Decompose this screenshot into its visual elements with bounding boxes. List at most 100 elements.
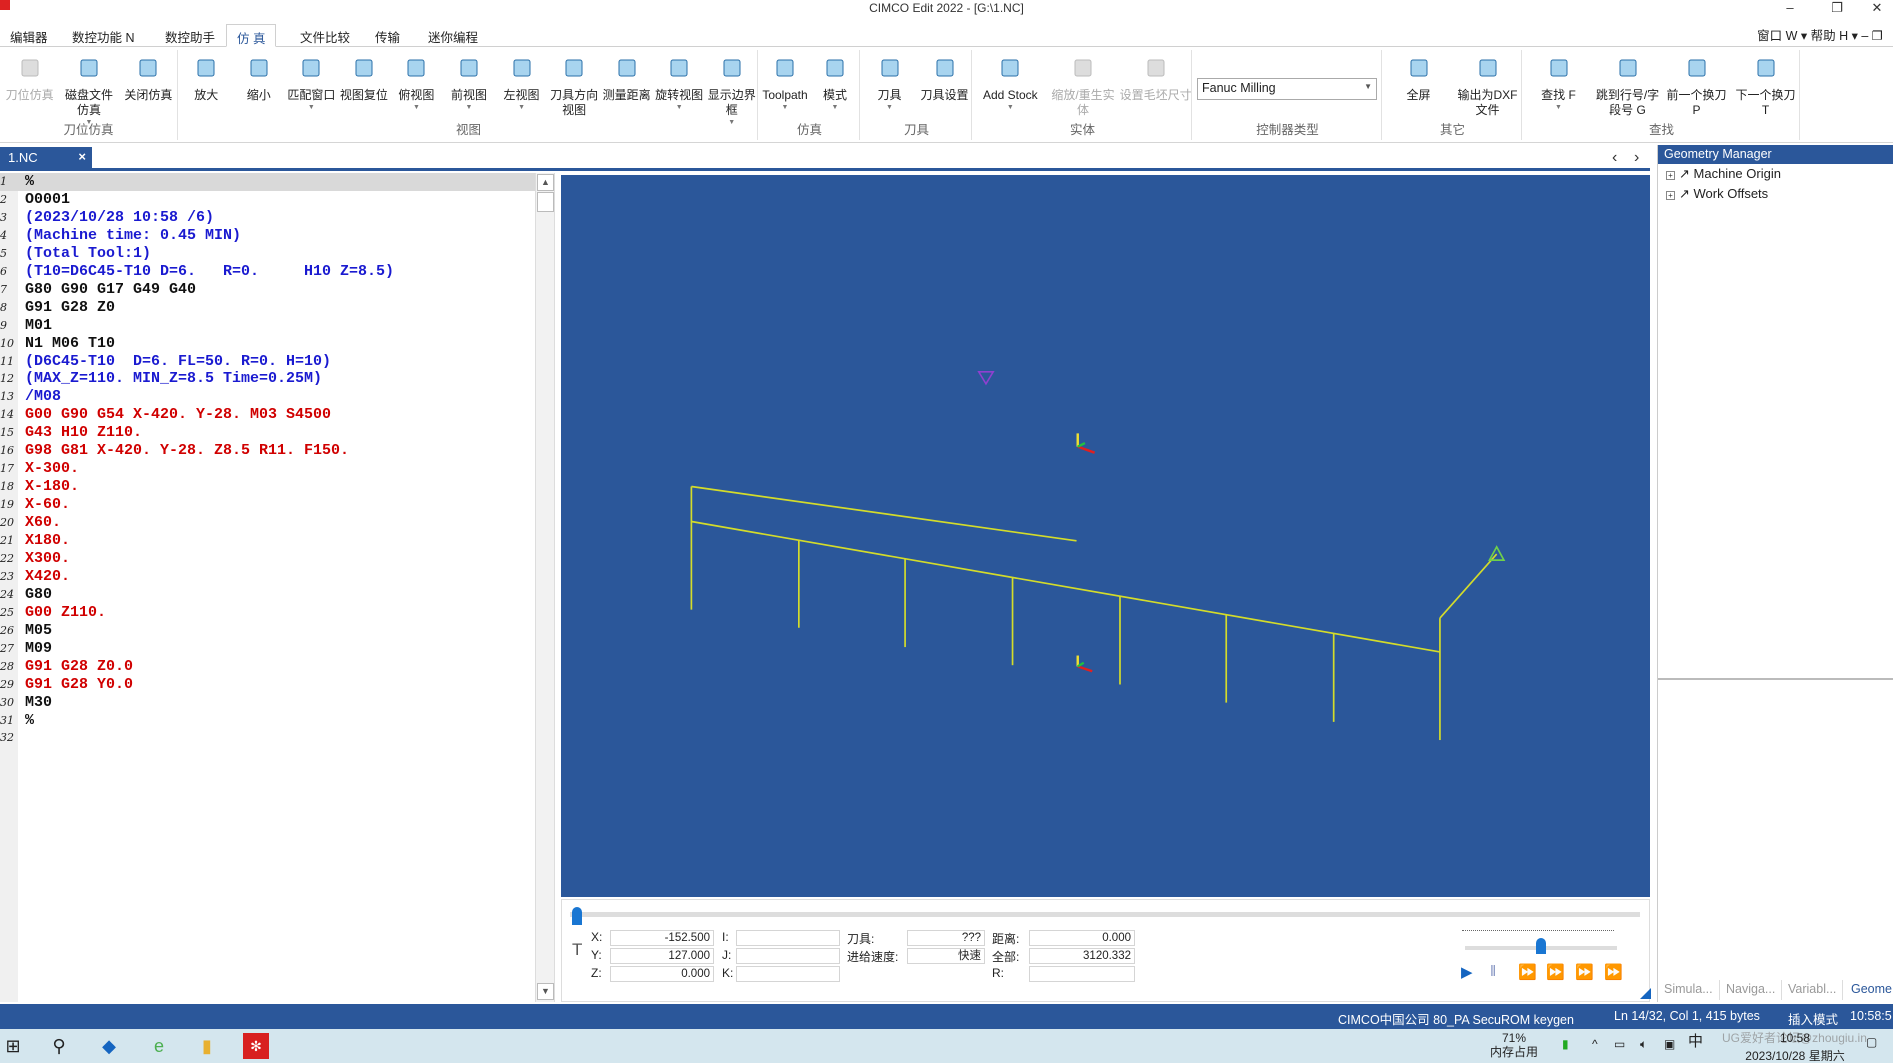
speed-slider-thumb[interactable] — [1536, 938, 1546, 954]
editor-scrollbar[interactable]: ▲ ▼ — [535, 173, 554, 1002]
scroll-up-button[interactable]: ▲ — [537, 174, 554, 191]
clock[interactable]: 10:58 2023/10/28 星期六 — [1745, 1031, 1845, 1063]
code-line[interactable]: 26 M05 — [0, 622, 535, 640]
network-icon[interactable]: ▭ — [1614, 1037, 1625, 1051]
code-line[interactable]: 7 G80 G90 G17 G49 G40 — [0, 281, 535, 299]
expand-icon[interactable]: + — [1666, 191, 1675, 200]
code-line[interactable]: 11 (D6C45-T10 D=6. FL=50. R=0. H=10) — [0, 353, 535, 371]
ribbon-button[interactable]: Add Stock ▼ — [974, 54, 1047, 113]
tab-variables[interactable]: Variabl... — [1782, 980, 1844, 1000]
menu-tab[interactable]: 迷你编程 — [418, 24, 488, 47]
windows-start-icon[interactable]: ⊞ — [0, 1033, 26, 1059]
tab-prev-arrow[interactable]: ‹ — [1612, 149, 1617, 167]
code-line[interactable]: 10 N1 M06 T10 — [0, 335, 535, 353]
ribbon-button[interactable]: 显示边界框 ▼ — [705, 54, 758, 128]
restore-button[interactable]: ❐ — [1822, 0, 1852, 16]
resize-grip-icon[interactable] — [1640, 988, 1651, 999]
code-line[interactable]: 1% — [0, 173, 535, 191]
ribbon-button[interactable]: 刀具方向视图 — [548, 54, 601, 118]
code-line[interactable]: 6 (T10=D6C45-T10 D=6. R=0. H10 Z=8.5) — [0, 263, 535, 281]
code-line[interactable]: 24 G80 — [0, 586, 535, 604]
code-line[interactable]: 22 X300. — [0, 550, 535, 568]
code-line[interactable]: 27 M09 — [0, 640, 535, 658]
ribbon-button[interactable]: 刀具设置 — [917, 54, 972, 103]
tray-expand-icon[interactable]: ^ — [1592, 1037, 1598, 1051]
expand-icon[interactable]: + — [1666, 171, 1675, 180]
notifications-icon[interactable]: ▢ — [1866, 1035, 1877, 1049]
file-explorer-icon[interactable]: ▮ — [194, 1033, 220, 1059]
code-line[interactable]: 12 (MAX_Z=110. MIN_Z=8.5 Time=0.25M) — [0, 370, 535, 388]
panel-splitter[interactable] — [1658, 678, 1893, 680]
ribbon-button[interactable]: 刀具 ▼ — [862, 54, 917, 113]
app-icon-visual[interactable]: ◆ — [96, 1033, 122, 1059]
ribbon-button[interactable]: 下一个换刀 T — [1731, 54, 1800, 118]
ribbon-button[interactable]: 设置毛坯尺寸 — [1119, 54, 1192, 103]
code-line[interactable]: 20 X60. — [0, 514, 535, 532]
minimize-button[interactable]: – — [1775, 0, 1805, 16]
ribbon-button[interactable]: 缩放/重生实体 — [1047, 54, 1120, 118]
ribbon-button[interactable]: 前一个换刀 P — [1662, 54, 1731, 118]
code-line[interactable]: 17 X-300. — [0, 460, 535, 478]
close-button[interactable]: ✕ — [1862, 0, 1892, 16]
code-line[interactable]: 2 O0001 — [0, 191, 535, 209]
menu-tab[interactable]: 仿 真 — [226, 24, 277, 47]
menu-tab[interactable]: 数控功能 N — [62, 24, 145, 47]
step-button[interactable]: ⏩ — [1518, 963, 1537, 981]
scroll-thumb[interactable] — [537, 192, 554, 212]
ribbon-button[interactable]: 查找 F ▼ — [1524, 54, 1593, 113]
code-line[interactable]: 23 X420. — [0, 568, 535, 586]
code-line[interactable]: 3 (2023/10/28 10:58 /6) — [0, 209, 535, 227]
ribbon-button[interactable]: 匹配窗口 ▼ — [285, 54, 338, 113]
window-help-menu[interactable]: 窗口 W ▾ 帮助 H ▾ ‒ ❐ — [1757, 25, 1883, 44]
ribbon-button[interactable]: 模式 ▼ — [810, 54, 860, 113]
ribbon-button[interactable]: 俯视图 ▼ — [390, 54, 443, 113]
volume-icon[interactable]: 🔈︎ — [1640, 1037, 1647, 1051]
code-line[interactable]: 21 X180. — [0, 532, 535, 550]
ribbon-button[interactable]: 输出为DXF文件 — [1453, 54, 1522, 118]
code-line[interactable]: 18 X-180. — [0, 478, 535, 496]
step-to-point-button[interactable]: ⏩ — [1546, 963, 1565, 981]
simulation-viewport[interactable] — [561, 175, 1650, 897]
ribbon-button[interactable]: Toolpath ▼ — [760, 54, 810, 113]
ime-indicator[interactable]: 中 — [1688, 1034, 1703, 1049]
code-line[interactable]: 28 G91 G28 Z0.0 — [0, 658, 535, 676]
menu-tab[interactable]: 编辑器 — [0, 24, 58, 47]
pause-button[interactable]: ‖ — [1490, 963, 1496, 980]
ribbon-button[interactable]: 视图复位 — [338, 54, 391, 103]
close-tab-icon[interactable]: × — [78, 149, 86, 164]
scroll-down-button[interactable]: ▼ — [537, 983, 554, 1000]
code-line[interactable]: 32 — [0, 729, 535, 747]
ribbon-button[interactable]: 测量距离 — [600, 54, 653, 103]
ribbon-button[interactable]: 旋转视图 ▼ — [653, 54, 706, 113]
code-line[interactable]: 14 G00 G90 G54 X-420. Y-28. M03 S4500 — [0, 406, 535, 424]
search-icon[interactable]: ⚲ — [46, 1033, 72, 1059]
usb-icon[interactable]: ▮ — [1562, 1037, 1569, 1051]
ribbon-button[interactable]: 放大 — [180, 54, 233, 103]
code-line[interactable]: 19 X-60. — [0, 496, 535, 514]
ribbon-button[interactable]: 左视图 ▼ — [495, 54, 548, 113]
progress-track[interactable] — [570, 912, 1640, 917]
tab-simulation[interactable]: Simula... — [1658, 980, 1720, 1000]
ribbon-button[interactable]: 刀位仿真 — [0, 54, 59, 103]
browser-icon[interactable]: e — [146, 1033, 172, 1059]
code-line[interactable]: 15 G43 H10 Z110. — [0, 424, 535, 442]
progress-thumb[interactable] — [572, 907, 582, 925]
step-tool-button[interactable]: ⏩ — [1604, 963, 1623, 981]
tab-next-arrow[interactable]: › — [1634, 149, 1639, 167]
tree-item-machine-origin[interactable]: + ↗ Machine Origin — [1666, 166, 1781, 182]
ribbon-button[interactable]: 缩小 — [233, 54, 286, 103]
code-editor[interactable]: 1% 2 O0001 3 (2023/10/28 10:58 /6) 4 (Machine … — [0, 173, 555, 1002]
step-z-button[interactable]: ⏩ — [1575, 963, 1594, 981]
code-line[interactable]: 13/M08 — [0, 388, 535, 406]
ribbon-button[interactable]: 前视图 ▼ — [443, 54, 496, 113]
code-line[interactable]: 16 G98 G81 X-420. Y-28. Z8.5 R11. F150. — [0, 442, 535, 460]
tab-geometry[interactable]: Geome — [1845, 980, 1893, 1000]
ribbon-button[interactable]: 全屏 — [1384, 54, 1453, 103]
doc-tab-1nc[interactable]: 1.NC × — [0, 147, 92, 169]
ribbon-button[interactable]: 关闭仿真 — [119, 54, 178, 103]
code-line[interactable]: 9 M01 — [0, 317, 535, 335]
code-line[interactable]: 4 (Machine time: 0.45 MIN) — [0, 227, 535, 245]
code-line[interactable]: 30 M30 — [0, 694, 535, 712]
menu-tab[interactable]: 数控助手 — [155, 24, 225, 47]
code-line[interactable]: 8 G91 G28 Z0 — [0, 299, 535, 317]
